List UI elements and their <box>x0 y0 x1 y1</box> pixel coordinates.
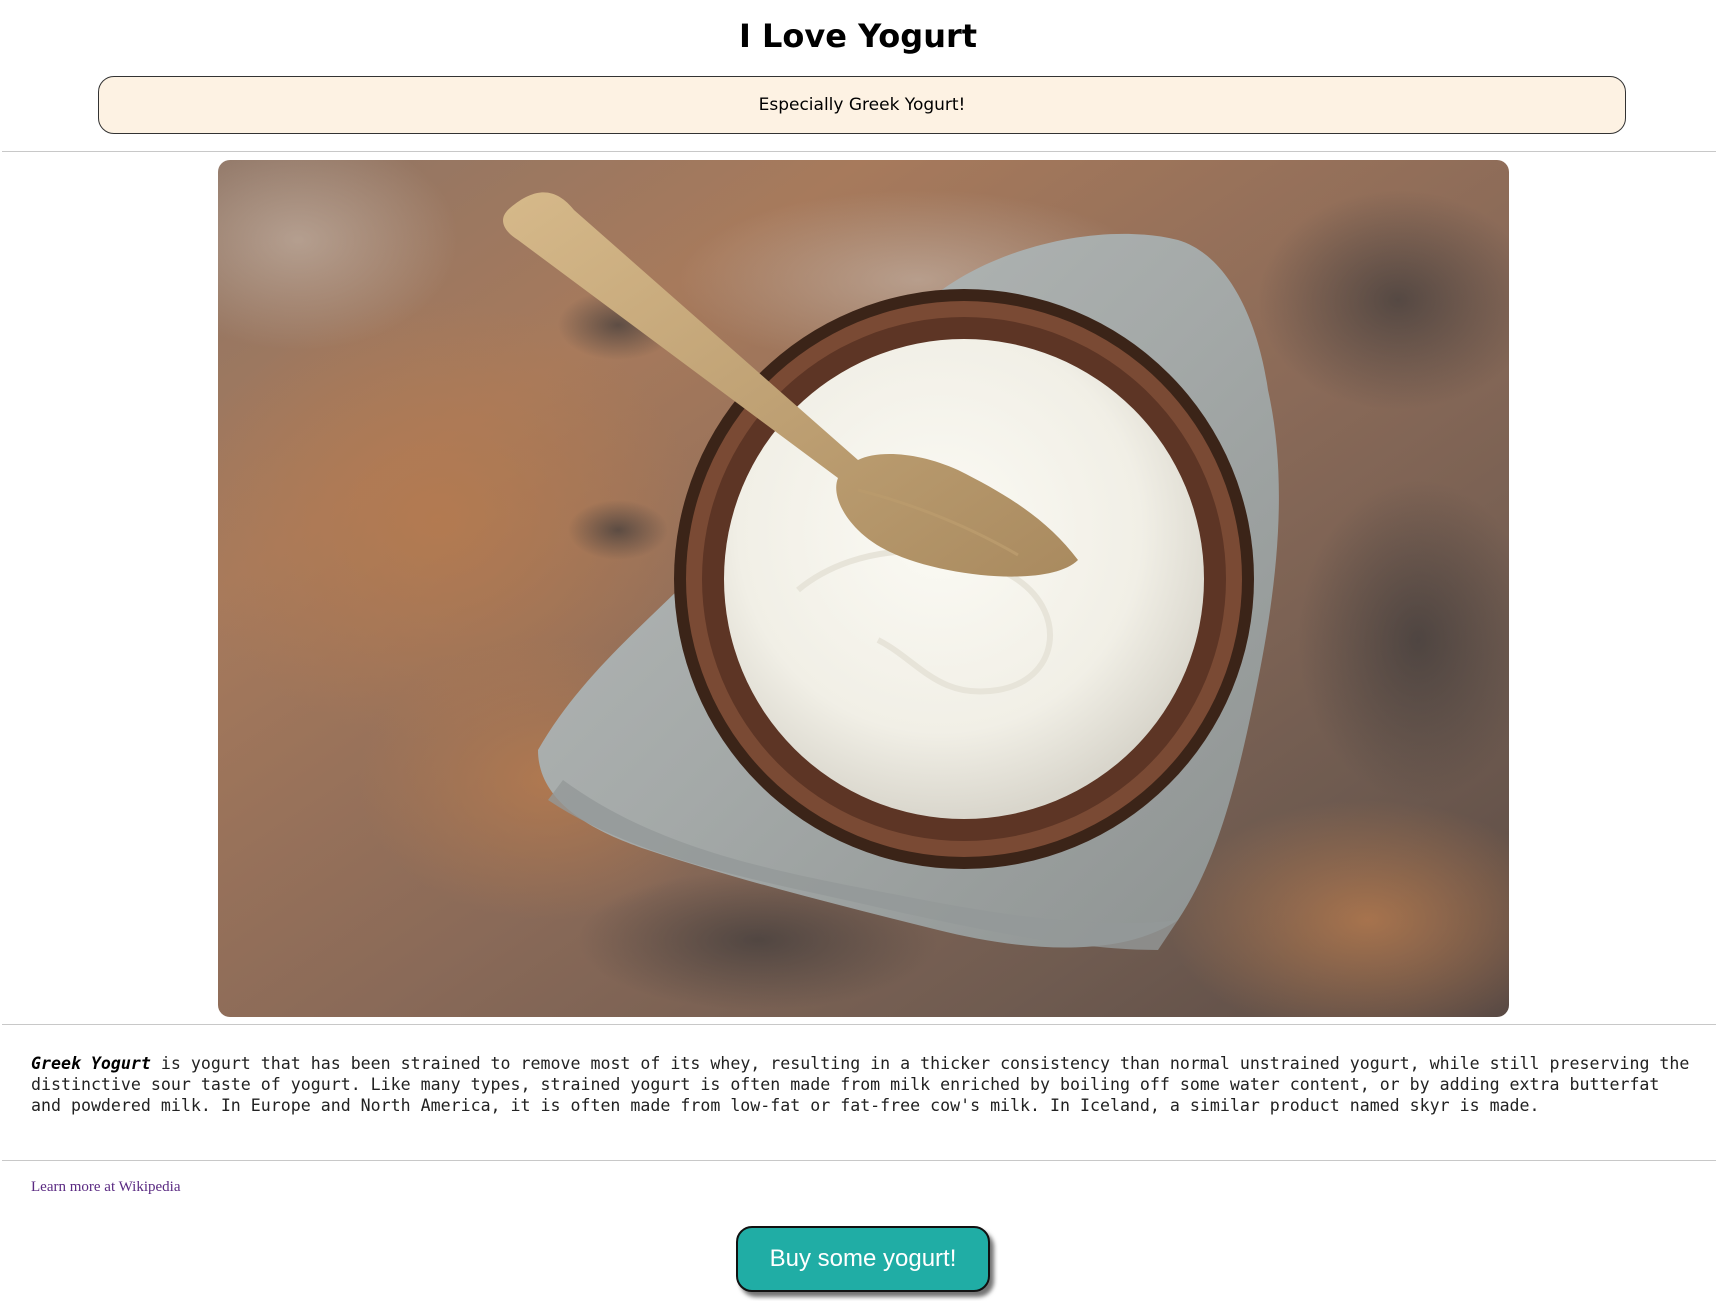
page-title: I Love Yogurt <box>738 17 978 55</box>
description-term: Greek Yogurt <box>31 1054 151 1073</box>
yogurt-photo <box>218 160 1509 1017</box>
wikipedia-link[interactable]: Learn more at Wikipedia <box>31 1179 180 1196</box>
greek-yogurt-description: Greek Yogurt is yogurt that has been str… <box>31 1053 1691 1116</box>
tagline-banner: Especially Greek Yogurt! <box>98 76 1626 134</box>
tagline-text: Especially Greek Yogurt! <box>758 95 966 115</box>
buy-yogurt-button[interactable]: Buy some yogurt! <box>736 1226 990 1292</box>
divider-bottom <box>2 1160 1716 1161</box>
divider-top <box>2 151 1716 152</box>
description-text: is yogurt that has been strained to remo… <box>31 1054 1690 1115</box>
divider-middle <box>2 1024 1716 1025</box>
